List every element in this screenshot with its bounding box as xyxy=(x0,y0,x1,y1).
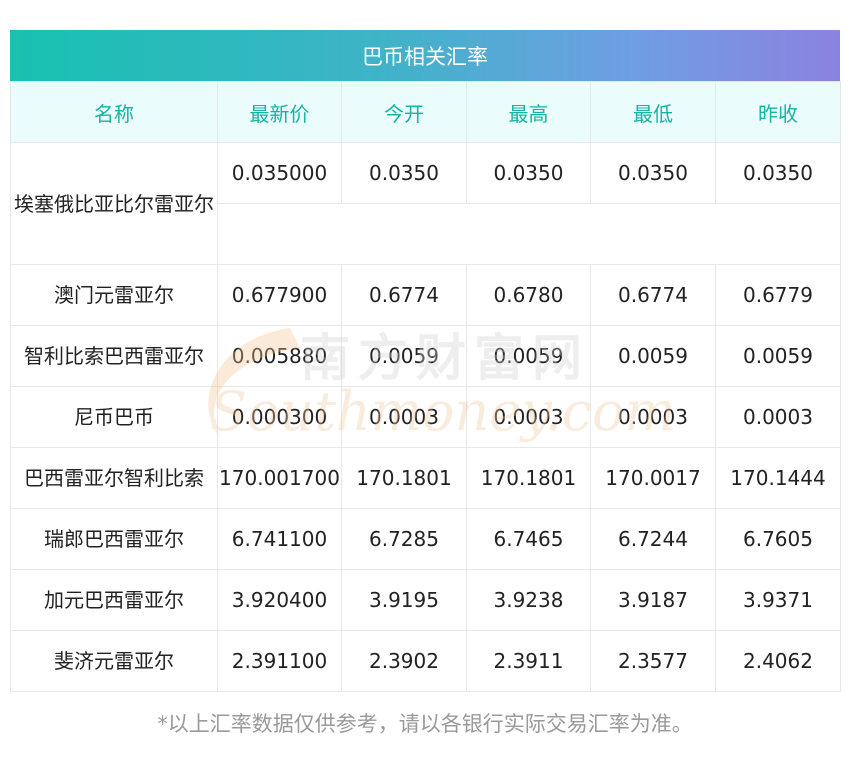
currency-pair-name: 瑞郎巴西雷亚尔 xyxy=(10,508,218,570)
prev-close-cell: 0.0003 xyxy=(715,386,841,448)
open-cell: 2.3902 xyxy=(341,630,467,692)
prev-close-cell: 2.4062 xyxy=(715,630,841,692)
high-cell: 6.7465 xyxy=(466,508,591,570)
low-cell: 2.3577 xyxy=(590,630,716,692)
column-header-last: 最新价 xyxy=(217,81,342,143)
column-header-high: 最高 xyxy=(466,81,591,143)
latest-price-cell: 3.920400 xyxy=(217,569,342,631)
low-cell: 0.0350 xyxy=(590,142,716,204)
table-title: 巴币相关汇率 xyxy=(362,44,488,69)
open-cell: 3.9195 xyxy=(341,569,467,631)
exchange-rate-table: 名称 最新价 今开 最高 最低 昨收 埃塞俄比亚比尔雷亚尔 0.035000 0… xyxy=(10,81,841,692)
low-cell: 0.6774 xyxy=(590,264,716,326)
currency-pair-name: 智利比索巴西雷亚尔 xyxy=(10,325,218,387)
latest-price-cell: 0.677900 xyxy=(217,264,342,326)
high-cell: 0.0003 xyxy=(466,386,591,448)
currency-pair-name: 尼币巴币 xyxy=(10,386,218,448)
table-row: 斐济元雷亚尔 2.391100 2.3902 2.3911 2.3577 2.4… xyxy=(10,630,841,692)
currency-pair-name: 澳门元雷亚尔 xyxy=(10,264,218,326)
low-cell: 3.9187 xyxy=(590,569,716,631)
column-header-name: 名称 xyxy=(10,81,218,143)
table-row: 巴西雷亚尔智利比索 170.001700 170.1801 170.1801 1… xyxy=(10,447,841,509)
prev-close-cell: 3.9371 xyxy=(715,569,841,631)
currency-pair-name: 加元巴西雷亚尔 xyxy=(10,569,218,631)
column-header-prev: 昨收 xyxy=(715,81,841,143)
latest-price-cell: 2.391100 xyxy=(217,630,342,692)
table-title-bar: 巴币相关汇率 xyxy=(10,30,840,81)
table-row: 埃塞俄比亚比尔雷亚尔 0.035000 0.0350 0.0350 0.0350… xyxy=(10,142,841,265)
latest-price-cell: 0.035000 xyxy=(217,142,342,204)
currency-pair-name: 斐济元雷亚尔 xyxy=(10,630,218,692)
table-row: 瑞郎巴西雷亚尔 6.741100 6.7285 6.7465 6.7244 6.… xyxy=(10,508,841,570)
high-cell: 0.0350 xyxy=(466,142,591,204)
table-row: 加元巴西雷亚尔 3.920400 3.9195 3.9238 3.9187 3.… xyxy=(10,569,841,631)
low-cell: 170.0017 xyxy=(590,447,716,509)
prev-close-cell: 170.1444 xyxy=(715,447,841,509)
low-cell: 6.7244 xyxy=(590,508,716,570)
open-cell: 0.0003 xyxy=(341,386,467,448)
low-cell: 0.0059 xyxy=(590,325,716,387)
open-cell: 0.0350 xyxy=(341,142,467,204)
latest-price-cell: 170.001700 xyxy=(217,447,342,509)
column-header-open: 今开 xyxy=(341,81,467,143)
prev-close-cell: 0.0350 xyxy=(715,142,841,204)
empty-cell xyxy=(217,203,841,265)
open-cell: 170.1801 xyxy=(341,447,467,509)
table-header-row: 名称 最新价 今开 最高 最低 昨收 xyxy=(10,81,841,143)
high-cell: 0.6780 xyxy=(466,264,591,326)
table-row: 澳门元雷亚尔 0.677900 0.6774 0.6780 0.6774 0.6… xyxy=(10,264,841,326)
table-row: 智利比索巴西雷亚尔 0.005880 0.0059 0.0059 0.0059 … xyxy=(10,325,841,387)
low-cell: 0.0003 xyxy=(590,386,716,448)
currency-pair-name: 巴西雷亚尔智利比索 xyxy=(10,447,218,509)
latest-price-cell: 0.000300 xyxy=(217,386,342,448)
prev-close-cell: 6.7605 xyxy=(715,508,841,570)
table-row: 尼币巴币 0.000300 0.0003 0.0003 0.0003 0.000… xyxy=(10,386,841,448)
latest-price-cell: 0.005880 xyxy=(217,325,342,387)
disclaimer-footnote: *以上汇率数据仅供参考，请以各银行实际交易汇率为准。 xyxy=(157,712,693,736)
high-cell: 0.0059 xyxy=(466,325,591,387)
column-header-low: 最低 xyxy=(590,81,716,143)
currency-pair-name: 埃塞俄比亚比尔雷亚尔 xyxy=(10,142,218,265)
high-cell: 170.1801 xyxy=(466,447,591,509)
prev-close-cell: 0.6779 xyxy=(715,264,841,326)
open-cell: 0.0059 xyxy=(341,325,467,387)
prev-close-cell: 0.0059 xyxy=(715,325,841,387)
open-cell: 6.7285 xyxy=(341,508,467,570)
open-cell: 0.6774 xyxy=(341,264,467,326)
high-cell: 3.9238 xyxy=(466,569,591,631)
high-cell: 2.3911 xyxy=(466,630,591,692)
latest-price-cell: 6.741100 xyxy=(217,508,342,570)
